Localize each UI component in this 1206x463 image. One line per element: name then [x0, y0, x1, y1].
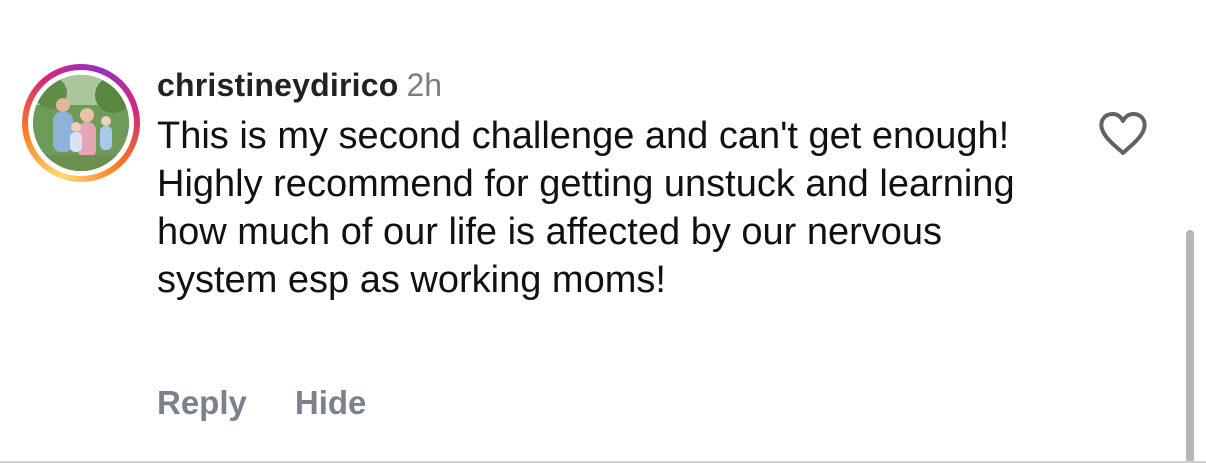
scrollbar[interactable] [1186, 230, 1194, 463]
reply-button[interactable]: Reply [157, 384, 247, 421]
avatar-ring-gap [28, 70, 134, 176]
heart-outline-icon [1099, 112, 1147, 155]
comment-actions: Reply Hide [157, 382, 366, 424]
hide-button[interactable]: Hide [295, 384, 367, 421]
comment-meta: christineydirico 2h [157, 64, 1057, 106]
username[interactable]: christineydirico [157, 67, 399, 103]
like-button[interactable] [1098, 110, 1148, 158]
comment-item: christineydirico 2h This is my second cha… [0, 0, 1206, 463]
comment-text: This is my second challenge and can't ge… [157, 115, 1015, 301]
timestamp: 2h [406, 67, 443, 103]
comment-content: christineydirico 2h This is my second cha… [157, 64, 1057, 304]
story-ring[interactable] [22, 64, 140, 182]
avatar[interactable] [33, 75, 129, 171]
avatar-photo [33, 75, 129, 171]
